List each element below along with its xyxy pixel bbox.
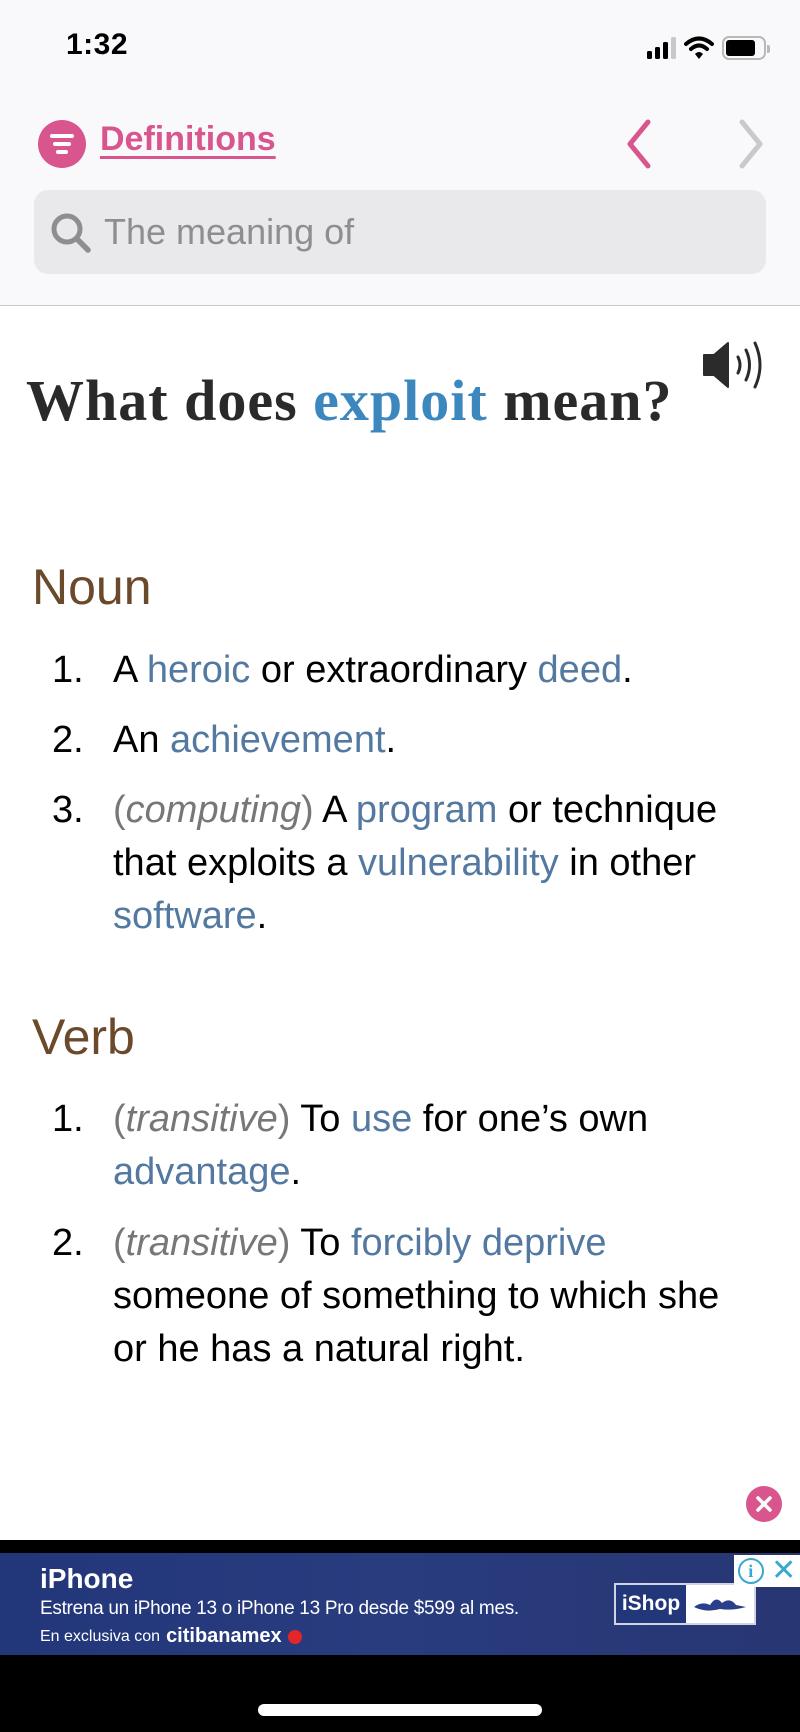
definition-item: 3. (computing) A program or technique tha… <box>0 784 760 943</box>
status-bar: 1:32 <box>0 0 800 96</box>
nav-bar: Definitions <box>0 110 800 170</box>
definition-text: A <box>313 789 356 831</box>
top-bar: 1:32 Definitions <box>0 0 800 306</box>
definition-text: someone of something to which she or he … <box>113 1275 720 1370</box>
usage-qualifier: (transitive) <box>113 1222 291 1264</box>
part-of-speech-noun: Noun <box>32 559 152 615</box>
wifi-icon <box>684 36 714 59</box>
definition-item: 2. An achievement. <box>0 714 760 767</box>
definition-link[interactable]: program <box>356 789 498 831</box>
usage-qualifier: (computing) <box>113 789 314 831</box>
definition-text: or extraordinary <box>250 649 538 691</box>
definition-text: . <box>385 719 397 761</box>
search-bar[interactable] <box>34 190 766 274</box>
status-icons <box>647 34 770 62</box>
search-input[interactable] <box>104 190 754 274</box>
definition-number: 1. <box>52 649 84 691</box>
close-ad-button[interactable] <box>746 1486 782 1522</box>
definition-item: 2. (transitive) To forcibly deprive someo… <box>0 1217 760 1376</box>
ad-subtext: En exclusiva con citibanamex <box>40 1625 302 1648</box>
headline-prefix: What does <box>26 368 314 433</box>
definition-text: . <box>622 649 633 691</box>
ad-controls: i ✕ <box>734 1555 800 1587</box>
home-indicator[interactable] <box>258 1704 542 1716</box>
chevron-left-icon[interactable] <box>620 116 660 172</box>
definition-number: 2. <box>52 719 84 761</box>
headword: exploit <box>313 368 488 433</box>
ad-title: iPhone <box>40 1563 134 1594</box>
definition-item: 1. (transitive) To use for one’s own adva… <box>0 1093 760 1199</box>
definition-text: . <box>256 895 268 937</box>
noun-definitions: 1. A heroic or extraordinary deed. 2. An ac… <box>0 644 760 960</box>
search-icon <box>51 213 91 253</box>
part-of-speech-verb: Verb <box>32 1009 135 1065</box>
definition-number: 1. <box>52 1098 84 1140</box>
definition-link[interactable]: advantage <box>113 1151 291 1193</box>
battery-icon <box>722 36 770 60</box>
qualifier-text: computing <box>125 789 301 831</box>
close-icon[interactable]: ✕ <box>771 1556 796 1586</box>
definition-link[interactable]: use <box>351 1098 412 1140</box>
definition-text: To <box>290 1222 351 1264</box>
ad-text: Estrena un iPhone 13 o iPhone 13 Pro des… <box>40 1598 519 1619</box>
qualifier-text: transitive <box>125 1098 278 1140</box>
definitions-link[interactable]: Definitions <box>100 120 276 159</box>
citibanamex-logo-icon <box>287 1629 302 1644</box>
headline-suffix: mean? <box>487 368 673 433</box>
definition-link[interactable]: deed <box>538 649 623 691</box>
qualifier-text: transitive <box>125 1222 278 1264</box>
ishop-logo[interactable]: iShop <box>614 1583 756 1625</box>
definition-number: 3. <box>52 789 84 831</box>
ad-sub-prefix: En exclusiva con <box>40 1627 161 1645</box>
definition-text: in other <box>558 842 697 884</box>
definition-link[interactable]: vulnerability <box>358 842 559 884</box>
definition-text: for one’s own <box>412 1098 649 1140</box>
definition-item: 1. A heroic or extraordinary deed. <box>0 644 760 697</box>
info-icon[interactable]: i <box>737 1558 764 1584</box>
definition-link[interactable]: heroic <box>147 649 251 691</box>
page-title: What does exploit mean? <box>26 366 706 436</box>
speaker-icon[interactable] <box>702 340 782 390</box>
ad-brand: citibanamex <box>166 1625 282 1647</box>
close-icon <box>756 1496 772 1512</box>
cellular-signal-icon <box>647 37 676 59</box>
definition-link[interactable]: forcibly deprive <box>351 1222 607 1264</box>
definition-link[interactable]: software <box>113 895 257 937</box>
usage-qualifier: (transitive) <box>113 1098 291 1140</box>
ishop-label: iShop <box>616 1585 686 1623</box>
status-time: 1:32 <box>66 28 129 61</box>
verb-definitions: 1. (transitive) To use for one’s own adva… <box>0 1093 760 1394</box>
partner-logo-icon <box>686 1585 754 1623</box>
definition-link[interactable]: achievement <box>170 719 385 761</box>
definition-text: An <box>113 719 171 761</box>
chevron-right-icon[interactable] <box>730 116 770 172</box>
definition-number: 2. <box>52 1222 84 1264</box>
list-filter-icon[interactable] <box>38 120 86 168</box>
definition-text: A <box>113 649 147 691</box>
definition-text: To <box>290 1098 351 1140</box>
definition-text: . <box>290 1151 302 1193</box>
